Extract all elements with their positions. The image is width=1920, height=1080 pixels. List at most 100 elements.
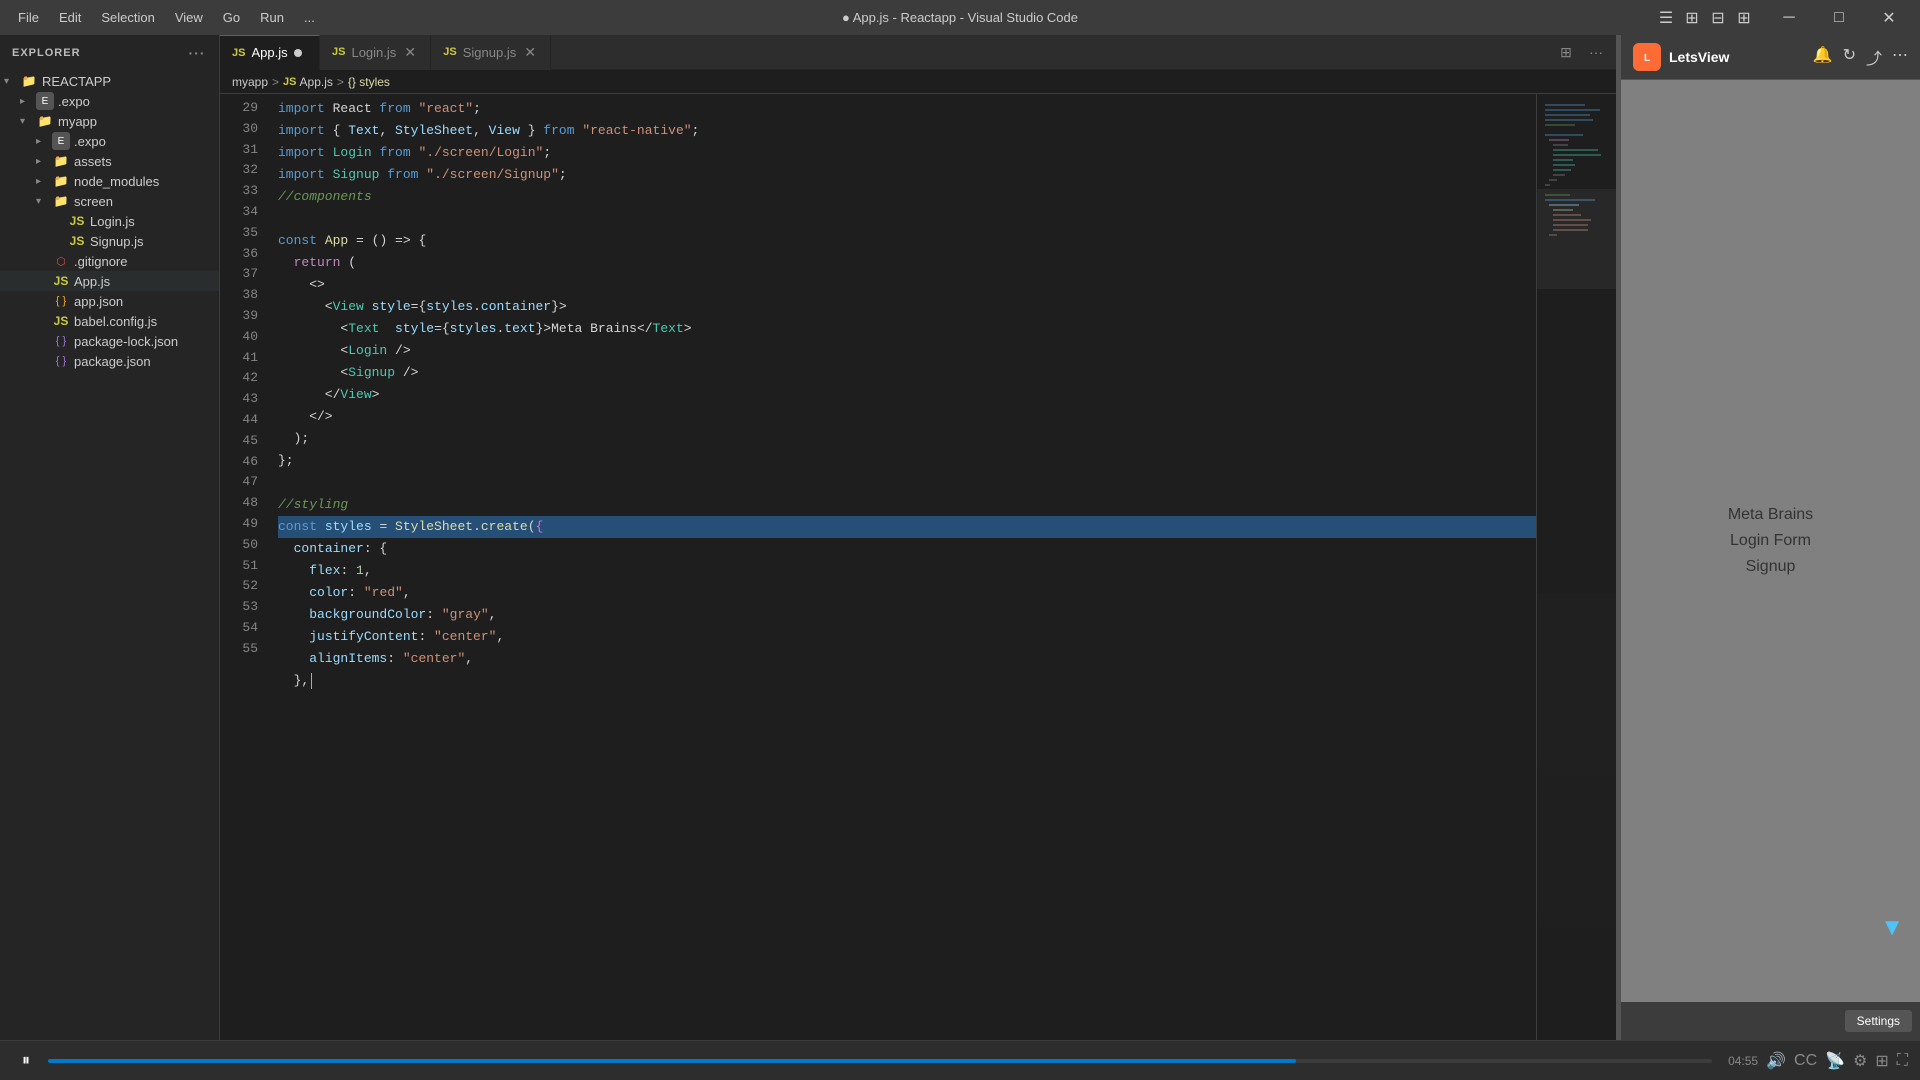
tree-item-babel[interactable]: JS babel.config.js — [0, 311, 219, 331]
more-icon[interactable]: ⋯ — [1892, 45, 1908, 69]
code-line-41: <Signup /> — [278, 362, 1536, 384]
code-editor[interactable]: 29 30 31 32 33 34 35 36 37 38 39 40 41 4… — [220, 94, 1616, 1040]
menu-edit[interactable]: Edit — [49, 6, 91, 29]
code-line-45: }; — [278, 450, 1536, 472]
code-line-39: <Text style={styles.text}>Meta Brains</T… — [278, 318, 1536, 340]
tab-signup-js[interactable]: JS Signup.js ✕ — [431, 35, 551, 70]
tree-item-app-json[interactable]: { } app.json — [0, 291, 219, 311]
js-file-icon: JS — [68, 212, 86, 230]
tab-js-icon: JS — [443, 46, 456, 58]
tree-item-login-js[interactable]: JS Login.js — [0, 211, 219, 231]
settings-media-icon[interactable]: ⚙ — [1853, 1051, 1867, 1071]
share-icon[interactable]: ⤴ — [1866, 45, 1882, 69]
menu-more[interactable]: ... — [294, 6, 325, 29]
editor-area: JS App.js JS Login.js ✕ JS Signup.js ✕ ⊞… — [220, 35, 1616, 1040]
tab-bar: JS App.js JS Login.js ✕ JS Signup.js ✕ ⊞… — [220, 35, 1616, 70]
split-editor-icon[interactable]: ⊞ — [1554, 40, 1578, 64]
layout-custom-icon[interactable]: ⊞ — [1734, 8, 1754, 28]
menu-bar: File Edit Selection View Go Run ... — [8, 6, 325, 29]
layout-split-icon[interactable]: ⊞ — [1682, 8, 1702, 28]
media-progress-bar[interactable] — [48, 1059, 1712, 1063]
settings-button[interactable]: Settings — [1845, 1010, 1912, 1032]
minimize-button[interactable]: ─ — [1766, 0, 1812, 35]
code-line-40: <Login /> — [278, 340, 1536, 362]
code-content[interactable]: import React from "react"; import { Text… — [270, 94, 1536, 1040]
sidebar-toggle-icon[interactable]: ☰ — [1656, 8, 1676, 28]
volume-icon[interactable]: 🔊 — [1766, 1051, 1786, 1071]
tree-item-signup-js[interactable]: JS Signup.js — [0, 231, 219, 251]
tree-item-expo-root[interactable]: ▸ E .expo — [0, 91, 219, 111]
tab-login-js[interactable]: JS Login.js ✕ — [320, 35, 431, 70]
tree-label: node_modules — [74, 174, 159, 189]
code-line-32: import Signup from "./screen/Signup"; — [278, 164, 1536, 186]
tab-js-icon: JS — [232, 47, 245, 59]
tree-item-assets[interactable]: ▸ 📁 assets — [0, 151, 219, 171]
tab-close-icon[interactable]: ✕ — [402, 44, 418, 61]
arrow-down-icon: ▾ — [36, 196, 52, 207]
sidebar-more-icon[interactable]: ··· — [187, 43, 207, 63]
media-controls-right: 🔊 CC 📡 ⚙ ⊞ ⛶ — [1766, 1051, 1908, 1071]
tree-item-myapp[interactable]: ▾ 📁 myapp — [0, 111, 219, 131]
tree-label: assets — [74, 154, 112, 169]
main-layout: EXPLORER ··· ▾ 📁 REACTAPP ▸ E .expo ▾ 📁 … — [0, 35, 1920, 1040]
letsview-preview-body: Meta Brains Login Form Signup ▼ — [1621, 80, 1920, 1002]
code-line-47: //styling — [278, 494, 1536, 516]
tree-item-package-json[interactable]: { } package.json — [0, 351, 219, 371]
menu-file[interactable]: File — [8, 6, 49, 29]
menu-selection[interactable]: Selection — [91, 6, 164, 29]
tree-item-node-modules[interactable]: ▸ 📁 node_modules — [0, 171, 219, 191]
tree-item-package-lock[interactable]: { } package-lock.json — [0, 331, 219, 351]
tab-close-icon[interactable]: ✕ — [522, 44, 538, 61]
caption-icon[interactable]: CC — [1794, 1052, 1817, 1070]
scroll-down-arrow-icon[interactable]: ▼ — [1880, 914, 1904, 942]
breadcrumb-myapp[interactable]: myapp — [232, 75, 268, 89]
letsview-logo: L — [1633, 43, 1661, 71]
tree-label: REACTAPP — [42, 74, 111, 89]
breadcrumb: myapp > JS App.js > {} styles — [220, 70, 1616, 94]
tab-app-js[interactable]: JS App.js — [220, 35, 320, 70]
sidebar: EXPLORER ··· ▾ 📁 REACTAPP ▸ E .expo ▾ 📁 … — [0, 35, 220, 1040]
tab-label: Signup.js — [463, 45, 516, 60]
tree-item-app-js[interactable]: JS App.js — [0, 271, 219, 291]
tree-item-expo-myapp[interactable]: ▸ E .expo — [0, 131, 219, 151]
folder-open-icon: 📁 — [20, 72, 38, 90]
fullscreen-icon[interactable]: ⛶ — [1897, 1052, 1908, 1070]
menu-go[interactable]: Go — [213, 6, 250, 29]
title-bar: File Edit Selection View Go Run ... ● Ap… — [0, 0, 1920, 35]
code-line-51: color: "red", — [278, 582, 1536, 604]
code-line-53: justifyContent: "center", — [278, 626, 1536, 648]
folder-icon: 📁 — [52, 152, 70, 170]
tree-label: .expo — [74, 134, 106, 149]
broadcast-icon[interactable]: 📡 — [1825, 1051, 1845, 1071]
tree-item-screen[interactable]: ▾ 📁 screen — [0, 191, 219, 211]
code-line-55: }, — [278, 670, 1536, 692]
media-bar: ⏸ 04:55 🔊 CC 📡 ⚙ ⊞ ⛶ — [0, 1040, 1920, 1080]
js-file-icon: JS — [52, 312, 70, 330]
code-line-29: import React from "react"; — [278, 98, 1536, 120]
close-button[interactable]: ✕ — [1866, 0, 1912, 35]
menu-run[interactable]: Run — [250, 6, 294, 29]
tree-item-gitignore[interactable]: ⬡ .gitignore — [0, 251, 219, 271]
code-line-48: const styles = StyleSheet.create({ — [278, 516, 1536, 538]
maximize-button[interactable]: □ — [1816, 0, 1862, 35]
letsview-header: L LetsView 🔔 ↻ ⤴ ⋯ — [1621, 35, 1920, 80]
menu-view[interactable]: View — [165, 6, 213, 29]
code-line-46 — [278, 472, 1536, 494]
layout-icons: ☰ ⊞ ⊟ ⊞ — [1656, 8, 1754, 28]
grid-media-icon[interactable]: ⊞ — [1875, 1051, 1888, 1071]
code-line-52: backgroundColor: "gray", — [278, 604, 1536, 626]
more-tabs-icon[interactable]: ··· — [1584, 40, 1608, 64]
tree-label: .gitignore — [74, 254, 127, 269]
bell-icon[interactable]: 🔔 — [1813, 45, 1833, 69]
tree-item-reactapp[interactable]: ▾ 📁 REACTAPP — [0, 71, 219, 91]
layout-grid-icon[interactable]: ⊟ — [1708, 8, 1728, 28]
pause-button[interactable]: ⏸ — [12, 1047, 40, 1075]
code-line-31: import Login from "./screen/Login"; — [278, 142, 1536, 164]
code-line-50: flex: 1, — [278, 560, 1536, 582]
refresh-icon[interactable]: ↻ — [1843, 45, 1856, 69]
breadcrumb-styles[interactable]: {} styles — [348, 75, 390, 89]
breadcrumb-appjs[interactable]: JS App.js — [283, 75, 333, 89]
expo-icon: E — [52, 132, 70, 150]
code-line-33: //components — [278, 186, 1536, 208]
code-line-43: </> — [278, 406, 1536, 428]
